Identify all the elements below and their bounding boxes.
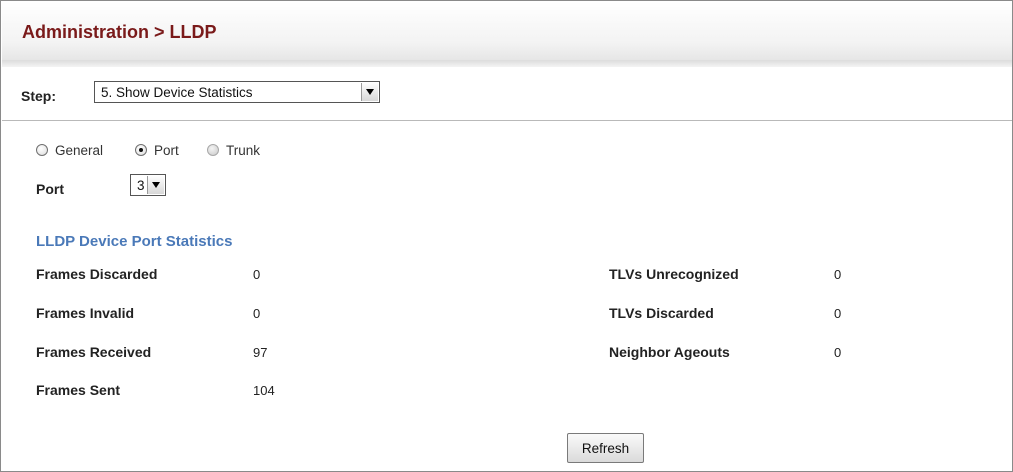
- step-label: Step:: [21, 88, 56, 104]
- step-select-value: 5. Show Device Statistics: [101, 85, 253, 100]
- section-title: LLDP Device Port Statistics: [36, 233, 233, 250]
- radio-port-circle[interactable]: [135, 144, 147, 156]
- chevron-down-icon[interactable]: [361, 83, 378, 101]
- refresh-button[interactable]: Refresh: [567, 433, 644, 463]
- page-frame: Administration > LLDP Step: 5. Show Devi…: [0, 0, 1013, 472]
- stat-value-frames-discarded: 0: [253, 267, 261, 282]
- stat-label-neighbor-ageouts: Neighbor Ageouts: [609, 344, 730, 360]
- stat-label-frames-received: Frames Received: [36, 344, 152, 360]
- port-label: Port: [36, 181, 64, 197]
- stat-value-neighbor-ageouts: 0: [834, 345, 842, 360]
- radio-trunk-circle[interactable]: [207, 144, 219, 156]
- stat-label-tlvs-discarded: TLVs Discarded: [609, 305, 714, 321]
- step-select[interactable]: 5. Show Device Statistics: [94, 81, 380, 103]
- stat-value-tlvs-discarded: 0: [834, 306, 842, 321]
- radio-general-label: General: [55, 143, 104, 158]
- stat-value-frames-invalid: 0: [253, 306, 261, 321]
- title-bar: Administration > LLDP: [2, 2, 1012, 60]
- stat-label-frames-invalid: Frames Invalid: [36, 305, 135, 321]
- radio-port-label: Port: [154, 143, 179, 158]
- port-select-value: 3: [137, 178, 145, 193]
- port-select[interactable]: 3: [130, 174, 166, 196]
- radio-trunk-label: Trunk: [226, 143, 261, 158]
- page-title: Administration > LLDP: [22, 22, 217, 42]
- stat-value-tlvs-unrecognized: 0: [834, 267, 842, 282]
- stat-label-frames-discarded: Frames Discarded: [36, 266, 158, 282]
- stat-label-frames-sent: Frames Sent: [36, 382, 121, 398]
- stat-value-frames-received: 97: [253, 345, 268, 360]
- stat-label-tlvs-unrecognized: TLVs Unrecognized: [609, 266, 739, 282]
- title-divider: [2, 60, 1012, 67]
- chevron-down-icon[interactable]: [147, 176, 164, 194]
- radio-general-circle[interactable]: [36, 144, 48, 156]
- stat-value-frames-sent: 104: [253, 383, 275, 398]
- step-divider: [2, 120, 1012, 121]
